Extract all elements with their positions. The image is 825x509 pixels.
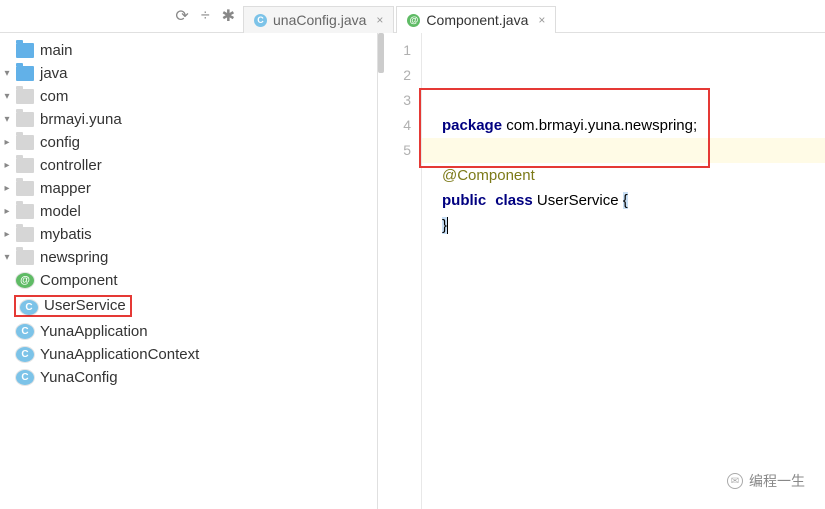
tree-item-yunaapplicationcontext[interactable]: C YunaApplicationContext (0, 343, 377, 366)
class-icon: C (16, 347, 34, 362)
tree-item-controller[interactable]: ▸ controller (0, 154, 377, 177)
keyword-class: class (495, 192, 533, 209)
folder-icon (16, 66, 34, 81)
tree-item-mapper[interactable]: ▸ mapper (0, 177, 377, 200)
tree-item-label: UserService (44, 297, 126, 314)
folder-icon (16, 89, 34, 104)
chevron-right-icon[interactable]: ▸ (0, 183, 14, 194)
folder-icon (16, 181, 34, 196)
collapse-icon[interactable]: ÷ (201, 7, 210, 25)
project-tree[interactable]: main ▾ java ▾ com ▾ brmayi.yuna ▸ config ▸ control… (0, 33, 378, 509)
tree-item-com[interactable]: ▾ com (0, 85, 377, 108)
chevron-down-icon[interactable]: ▾ (0, 91, 14, 102)
tree-item-yunaapplication[interactable]: C YunaApplication (0, 320, 377, 343)
line-gutter: 12345 (378, 33, 422, 509)
tree-item-label: mapper (40, 180, 91, 197)
folder-icon (16, 158, 34, 173)
chevron-right-icon[interactable]: ▸ (0, 160, 14, 171)
annotation: @Component (442, 167, 535, 184)
editor-tabs: C unaConfig.java × @ Component.java × (243, 1, 558, 33)
tab-component[interactable]: @ Component.java × (396, 6, 556, 33)
class-name: UserService (533, 192, 623, 209)
tree-item-label: YunaConfig (40, 369, 118, 386)
brace-open: { (623, 192, 628, 209)
chevron-down-icon[interactable]: ▾ (0, 252, 14, 263)
tree-item-label: YunaApplicationContext (40, 346, 199, 363)
watermark: ✉ 编程一生 (727, 471, 805, 491)
keyword-package: package (442, 117, 502, 134)
tree-item-label: model (40, 203, 81, 220)
line-number: 3 (378, 88, 411, 113)
class-icon: C (16, 370, 34, 385)
tree-item-model[interactable]: ▸ model (0, 200, 377, 223)
tree-item-label: mybatis (40, 226, 92, 243)
code-editor[interactable]: 12345 package com.brmayi.yuna.newspring;… (378, 33, 825, 509)
line-number: 1 (378, 38, 411, 63)
folder-icon (16, 135, 34, 150)
main-area: main ▾ java ▾ com ▾ brmayi.yuna ▸ config ▸ control… (0, 33, 825, 509)
annotation-icon: @ (407, 14, 420, 27)
chevron-right-icon[interactable]: ▸ (0, 137, 14, 148)
tree-item-label: controller (40, 157, 102, 174)
tab-yunaconfig[interactable]: C unaConfig.java × (243, 6, 394, 33)
text-cursor (447, 217, 448, 234)
highlight-box: C UserService (14, 295, 132, 317)
code-content[interactable]: package com.brmayi.yuna.newspring; @Comp… (422, 33, 825, 509)
folder-icon (16, 112, 34, 127)
tree-item-label: newspring (40, 249, 108, 266)
current-line-highlight (422, 138, 825, 163)
tab-label: unaConfig.java (273, 12, 366, 28)
tree-item-label: main (40, 42, 73, 59)
tree-item-main[interactable]: main (0, 39, 377, 62)
line-number: 2 (378, 63, 411, 88)
chevron-right-icon[interactable]: ▸ (0, 229, 14, 240)
wechat-icon: ✉ (727, 473, 743, 489)
line-number: 5 (378, 138, 411, 163)
tree-item-component[interactable]: @ Component (0, 269, 377, 292)
tree-item-label: brmayi.yuna (40, 111, 122, 128)
line-number: 4 (378, 113, 411, 138)
gear-icon[interactable]: ✱ (222, 6, 235, 26)
class-icon: C (16, 324, 34, 339)
tree-item-config[interactable]: ▸ config (0, 131, 377, 154)
tree-item-label: com (40, 88, 68, 105)
folder-icon (16, 227, 34, 242)
close-icon[interactable]: × (376, 13, 383, 27)
chevron-down-icon[interactable]: ▾ (0, 68, 14, 79)
tree-item-label: YunaApplication (40, 323, 148, 340)
tree-item-userservice[interactable]: C UserService (0, 292, 377, 320)
folder-icon (16, 43, 34, 58)
tree-item-mybatis[interactable]: ▸ mybatis (0, 223, 377, 246)
tree-item-java[interactable]: ▾ java (0, 62, 377, 85)
tree-item-label: config (40, 134, 80, 151)
tree-item-label: java (40, 65, 68, 82)
tree-item-yunaconfig[interactable]: C YunaConfig (0, 366, 377, 389)
tree-item-newspring[interactable]: ▾ newspring (0, 246, 377, 269)
refresh-icon[interactable]: ⟳ (175, 6, 188, 26)
tree-item-brmayi-yuna[interactable]: ▾ brmayi.yuna (0, 108, 377, 131)
class-icon: C (254, 14, 267, 27)
package-name: com.brmayi.yuna.newspring; (502, 117, 697, 134)
tab-label: Component.java (426, 12, 528, 28)
annotation-icon: @ (16, 273, 34, 288)
folder-icon (16, 250, 34, 265)
chevron-right-icon[interactable]: ▸ (0, 206, 14, 217)
chevron-down-icon[interactable]: ▾ (0, 114, 14, 125)
folder-icon (16, 204, 34, 219)
toolbar: ⟳ ÷ ✱ C unaConfig.java × @ Component.jav… (0, 0, 825, 33)
close-icon[interactable]: × (538, 13, 545, 27)
tree-item-label: Component (40, 272, 118, 289)
watermark-text: 编程一生 (749, 471, 805, 491)
keyword-public: public (442, 192, 486, 209)
class-icon: C (20, 300, 38, 315)
